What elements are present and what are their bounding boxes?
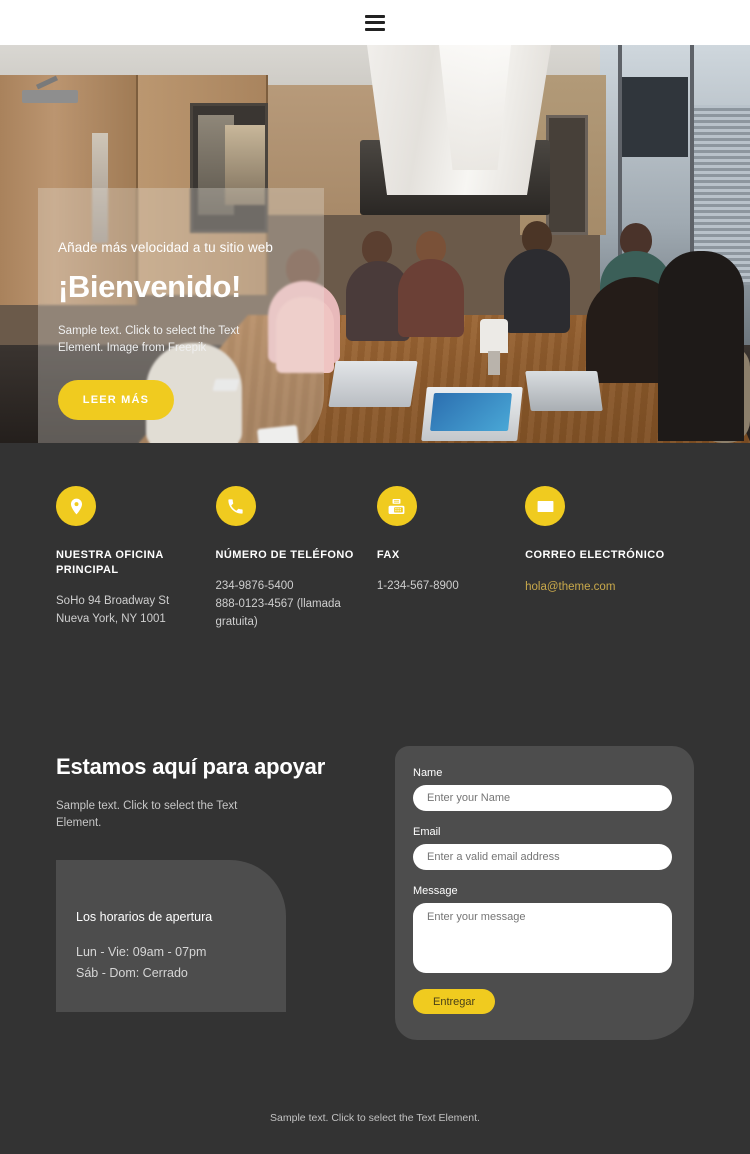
site-header — [0, 0, 750, 45]
read-more-button[interactable]: LEER MÁS — [58, 380, 174, 420]
support-paragraph: Sample text. Click to select the Text El… — [56, 800, 238, 829]
contact-title: FAX — [376, 549, 400, 561]
hamburger-menu-icon[interactable] — [365, 14, 385, 31]
hamburger-bar-1 — [365, 14, 385, 18]
email-input[interactable] — [413, 844, 672, 870]
phone-icon — [215, 486, 256, 526]
contact-phone-numbers: 234-9876-5400 888-0123-4567 (llamada gra… — [215, 580, 341, 628]
contact-title: NÚMERO DE TELÉFONO — [215, 549, 354, 561]
email-link[interactable]: hola@theme.com — [525, 581, 615, 593]
location-pin-icon — [56, 486, 96, 526]
support-left-column: Estamos aquí para apoyar Sample text. Cl… — [56, 746, 391, 1012]
contact-address: SoHo 94 Broadway St Nueva York, NY 1001 — [56, 595, 170, 625]
opening-hours-card: Los horarios de apertura Lun - Vie: 09am… — [56, 860, 286, 1012]
contact-item-email: CORREO ELECTRÓNICO hola@theme.com — [525, 486, 694, 631]
hero-subtitle: Sample text. Click to select the Text El… — [58, 325, 240, 354]
site-footer: Sample text. Click to select the Text El… — [0, 1040, 750, 1154]
contact-form-panel: Name Email Message Entregar — [395, 746, 694, 1040]
hamburger-bar-2 — [365, 21, 385, 24]
contact-title: NUESTRA OFICINA PRINCIPAL — [56, 549, 164, 576]
contact-info-strip: NUESTRA OFICINA PRINCIPAL SoHo 94 Broadw… — [0, 443, 750, 631]
support-section: Estamos aquí para apoyar Sample text. Cl… — [0, 631, 750, 1040]
name-label: Name — [413, 767, 443, 779]
support-heading: Estamos aquí para apoyar — [56, 754, 326, 779]
hero-kicker: Añade más velocidad a tu sitio web — [58, 240, 274, 255]
opening-hours-title: Los horarios de apertura — [76, 910, 213, 924]
contact-item-phone: NÚMERO DE TELÉFONO 234-9876-5400 888-012… — [215, 486, 377, 631]
contact-title: CORREO ELECTRÓNICO — [525, 549, 665, 561]
email-label: Email — [413, 826, 441, 838]
footer-text: Sample text. Click to select the Text El… — [270, 1112, 480, 1124]
opening-hours-weekend: Sáb - Dom: Cerrado — [76, 966, 188, 980]
opening-hours-weekday: Lun - Vie: 09am - 07pm — [76, 945, 207, 959]
contact-item-office: NUESTRA OFICINA PRINCIPAL SoHo 94 Broadw… — [56, 486, 216, 631]
envelope-icon — [525, 486, 566, 526]
fax-icon — [376, 486, 417, 526]
message-label: Message — [413, 885, 458, 897]
contact-item-fax: FAX 1-234-567-8900 — [376, 486, 525, 631]
hamburger-bar-3 — [365, 27, 385, 31]
name-input[interactable] — [413, 785, 672, 811]
hero-title: ¡Bienvenido! — [58, 269, 241, 304]
contact-fax-number: 1-234-567-8900 — [376, 580, 459, 592]
hero-section: Añade más velocidad a tu sitio web ¡Bien… — [0, 45, 750, 443]
hero-content: Añade más velocidad a tu sitio web ¡Bien… — [58, 240, 358, 420]
submit-button[interactable]: Entregar — [413, 989, 496, 1014]
message-textarea[interactable] — [413, 903, 672, 973]
